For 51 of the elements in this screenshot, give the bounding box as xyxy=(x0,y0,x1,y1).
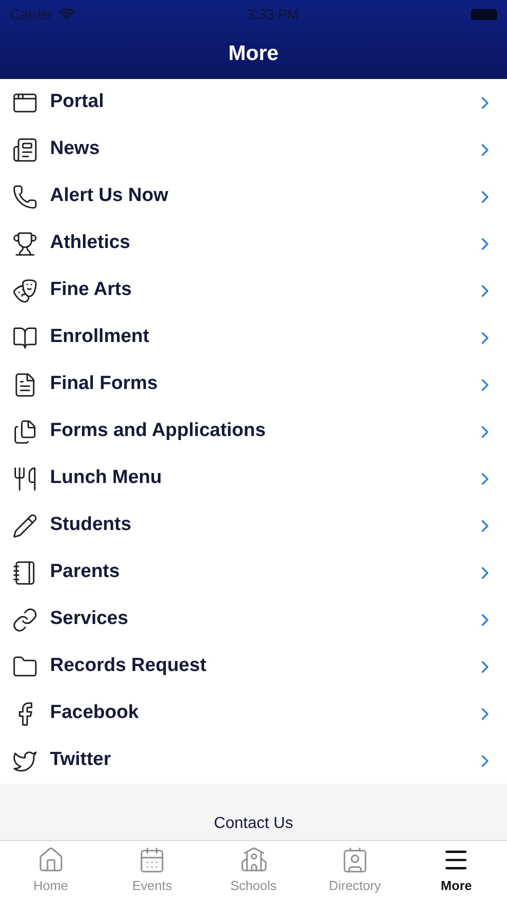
folder-icon xyxy=(12,654,38,680)
link-icon xyxy=(12,606,38,632)
school-icon xyxy=(240,846,268,874)
menu-item-label: Facebook xyxy=(50,701,140,726)
menu-item-label: Lunch Menu xyxy=(50,466,163,490)
utensils-icon xyxy=(12,466,38,492)
menu-item-label: Athletics xyxy=(50,231,132,256)
menu-item[interactable]: Twitter xyxy=(0,737,507,784)
menu-item[interactable]: Final Forms xyxy=(0,361,507,408)
menu-item[interactable]: Athletics xyxy=(0,220,507,267)
menu-item[interactable]: Students xyxy=(0,502,507,549)
menu-item-label: Fine Arts xyxy=(50,278,133,302)
battery-icon xyxy=(470,8,497,20)
files-icon xyxy=(12,418,38,444)
carrier-text: Carrier xyxy=(10,4,53,24)
menu-item-label: Enrollment xyxy=(50,325,150,350)
menu-item-label: Services xyxy=(50,607,130,632)
menu-item-label: Forms and Applications xyxy=(50,419,267,444)
menu-item[interactable]: Facebook xyxy=(0,690,507,737)
book-icon xyxy=(12,324,38,350)
menu-item[interactable]: Alert Us Now xyxy=(0,173,507,220)
phone-icon xyxy=(12,184,38,210)
section-header-text: Contact Us xyxy=(214,814,294,834)
trophy-icon xyxy=(12,230,38,256)
menu-item[interactable]: Lunch Menu xyxy=(0,455,507,502)
home-icon xyxy=(36,846,65,874)
clock-text: 3:33 PM xyxy=(246,4,299,24)
pencil-icon xyxy=(12,512,38,538)
contact-card-icon xyxy=(340,846,369,874)
menu-item[interactable]: Records Request xyxy=(0,643,507,690)
menu-item-label: News xyxy=(50,137,101,162)
menu-item[interactable]: Portal xyxy=(0,79,507,126)
menu-item[interactable]: Enrollment xyxy=(0,314,507,361)
wifi-icon xyxy=(58,6,75,22)
menu-item-label: Final Forms xyxy=(50,372,159,396)
menu-item[interactable]: Services xyxy=(0,596,507,643)
menu-item[interactable]: Parents xyxy=(0,549,507,596)
menu-item-label: Records Request xyxy=(50,654,208,678)
menu-item[interactable]: Fine Arts xyxy=(0,267,507,314)
calendar-icon xyxy=(138,846,166,874)
screen-title: More xyxy=(228,40,279,67)
menu-item[interactable]: News xyxy=(0,126,507,173)
menu-item-label: Portal xyxy=(50,90,105,114)
menu-item-label: Parents xyxy=(50,560,121,584)
menu-item-label: Alert Us Now xyxy=(50,184,170,208)
tab-button[interactable]: More xyxy=(406,841,507,900)
menu-item[interactable]: Forms and Applications xyxy=(0,408,507,455)
newspaper-icon xyxy=(12,136,38,162)
menu-item-label: Students xyxy=(50,513,132,538)
masks-icon xyxy=(12,278,38,304)
menu-item-label: Twitter xyxy=(50,748,112,772)
